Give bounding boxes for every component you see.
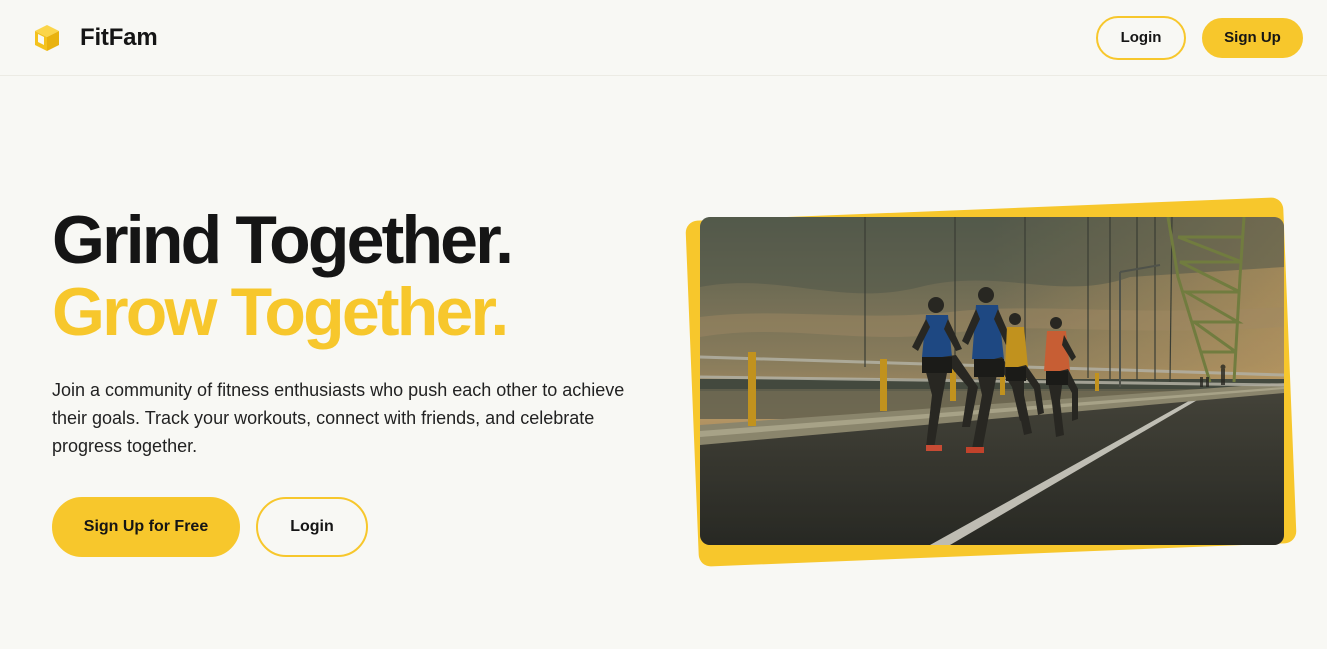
brand-name: FitFam xyxy=(80,23,158,51)
hero-login-button[interactable]: Login xyxy=(256,497,368,557)
hero-headline: Grind Together. Grow Together. xyxy=(52,204,652,348)
cube-icon xyxy=(35,24,59,51)
headline-line-1: Grind Together. xyxy=(52,202,514,278)
headline-line-2: Grow Together. xyxy=(52,274,509,350)
runners-photo xyxy=(700,217,1284,545)
signup-free-button[interactable]: Sign Up for Free xyxy=(52,497,240,557)
header-actions: Login Sign Up xyxy=(1096,15,1303,60)
hero-visual xyxy=(684,193,1304,573)
hero-text: Grind Together. Grow Together. Join a co… xyxy=(52,204,652,460)
hero-description: Join a community of fitness enthusiasts … xyxy=(52,380,625,456)
site-header: FitFam Login Sign Up xyxy=(0,0,1327,76)
header-login-button[interactable]: Login xyxy=(1096,15,1186,60)
hero-cta-row: Sign Up for Free Login xyxy=(52,497,368,557)
brand[interactable]: FitFam xyxy=(32,23,158,53)
header-signup-button[interactable]: Sign Up xyxy=(1202,17,1303,58)
